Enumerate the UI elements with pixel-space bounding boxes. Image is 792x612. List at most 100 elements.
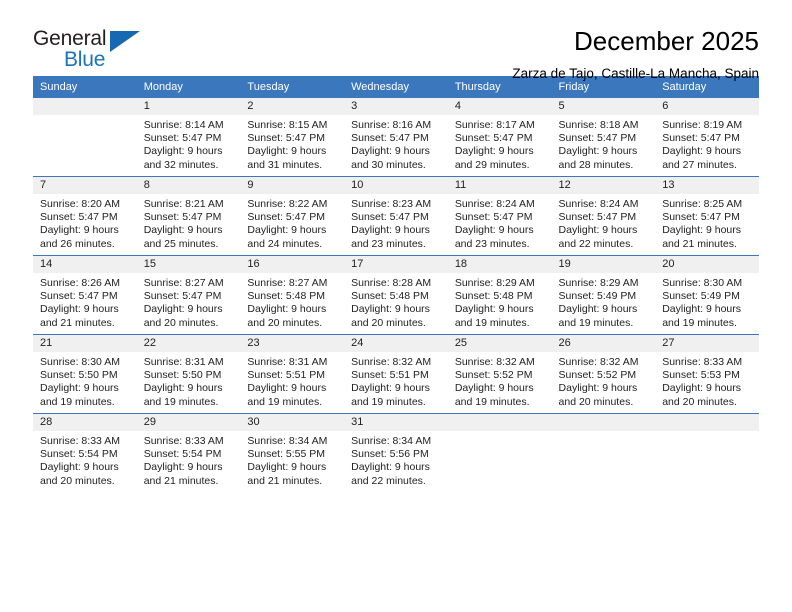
calendar-day-cell[interactable]: 11 Sunrise: 8:24 AM Sunset: 5:47 PM Dayligh… <box>447 176 552 256</box>
sunrise-time: Sunrise: 8:24 AM <box>454 198 535 210</box>
daylight-duration-line1: Daylight: 9 hours <box>247 145 327 158</box>
sunrise-time: Sunrise: 8:26 AM <box>40 277 120 289</box>
weekday-header-tuesday: Tuesday <box>240 76 345 98</box>
day-number: 31 <box>344 414 448 431</box>
sunrise-time: Sunrise: 8:27 AM <box>247 277 328 289</box>
daylight-duration-line2: and 20 minutes. <box>351 316 426 329</box>
calendar-day-cell[interactable]: 22 Sunrise: 8:31 AM Sunset: 5:50 PM Dayligh… <box>136 334 241 414</box>
calendar-day-cell[interactable]: 13 Sunrise: 8:25 AM Sunset: 5:47 PM Dayligh… <box>655 176 759 256</box>
calendar-day-cell[interactable]: 12 Sunrise: 8:24 AM Sunset: 5:47 PM Dayligh… <box>551 176 656 256</box>
calendar-day-cell[interactable]: 16 Sunrise: 8:27 AM Sunset: 5:48 PM Dayligh… <box>240 255 345 335</box>
day-details: Sunrise: 8:33 AM Sunset: 5:54 PM Daylight:… <box>137 431 241 488</box>
day-number: 9 <box>240 177 345 194</box>
day-details <box>655 431 759 435</box>
day-details: Sunrise: 8:21 AM Sunset: 5:47 PM Daylight:… <box>137 194 241 251</box>
calendar-day-cell[interactable]: 20 Sunrise: 8:30 AM Sunset: 5:49 PM Dayligh… <box>655 255 759 335</box>
day-details: Sunrise: 8:27 AM Sunset: 5:48 PM Daylight:… <box>240 273 344 330</box>
daylight-duration-line1: Daylight: 9 hours <box>454 303 534 316</box>
calendar-day-cell[interactable]: 9 Sunrise: 8:22 AM Sunset: 5:47 PM Daylight… <box>240 176 345 256</box>
day-cell-content: 2 Sunrise: 8:15 AM Sunset: 5:47 PM Daylight… <box>240 98 345 176</box>
daylight-duration-line1: Daylight: 9 hours <box>351 461 430 474</box>
sunrise-time: Sunrise: 8:21 AM <box>143 198 224 210</box>
daylight-duration-line2: and 19 minutes. <box>558 316 634 329</box>
day-cell-content: 7 Sunrise: 8:20 AM Sunset: 5:47 PM Daylight… <box>33 177 137 255</box>
sunset-time: Sunset: 5:47 PM <box>40 211 118 224</box>
sunset-time: Sunset: 5:52 PM <box>454 369 533 382</box>
sunrise-time: Sunrise: 8:22 AM <box>247 198 328 210</box>
calendar-day-cell[interactable]: 4 Sunrise: 8:17 AM Sunset: 5:47 PM Daylight… <box>447 98 552 177</box>
calendar-day-cell[interactable]: 8 Sunrise: 8:21 AM Sunset: 5:47 PM Daylight… <box>136 176 241 256</box>
sunset-time: Sunset: 5:51 PM <box>247 369 326 382</box>
calendar-day-cell[interactable]: 17 Sunrise: 8:28 AM Sunset: 5:48 PM Dayligh… <box>344 255 448 335</box>
sunset-time: Sunset: 5:48 PM <box>351 290 429 303</box>
daylight-duration-line2: and 22 minutes. <box>351 474 426 487</box>
sunset-time: Sunset: 5:55 PM <box>247 448 326 461</box>
day-cell-content: 28 Sunrise: 8:33 AM Sunset: 5:54 PM Dayligh… <box>33 414 137 492</box>
calendar-day-cell[interactable]: 28 Sunrise: 8:33 AM Sunset: 5:54 PM Dayligh… <box>33 413 137 492</box>
sunset-time: Sunset: 5:47 PM <box>143 132 222 145</box>
day-details: Sunrise: 8:34 AM Sunset: 5:55 PM Daylight:… <box>240 431 344 488</box>
daylight-duration-line1: Daylight: 9 hours <box>143 224 223 237</box>
weekday-header-wednesday: Wednesday <box>344 76 448 98</box>
calendar-day-cell[interactable]: 1 Sunrise: 8:14 AM Sunset: 5:47 PM Daylight… <box>136 98 241 177</box>
daylight-duration-line2: and 28 minutes. <box>558 158 634 171</box>
calendar-day-cell[interactable]: 30 Sunrise: 8:34 AM Sunset: 5:55 PM Dayligh… <box>240 413 345 492</box>
calendar-day-cell[interactable]: 14 Sunrise: 8:26 AM Sunset: 5:47 PM Dayligh… <box>33 255 137 335</box>
day-number: 1 <box>136 98 241 115</box>
calendar-week-row: 21 Sunrise: 8:30 AM Sunset: 5:50 PM Dayligh… <box>33 334 759 414</box>
day-details: Sunrise: 8:32 AM Sunset: 5:51 PM Daylight:… <box>344 352 448 409</box>
day-number <box>447 414 552 431</box>
calendar-day-cell[interactable]: 25 Sunrise: 8:32 AM Sunset: 5:52 PM Dayligh… <box>447 334 552 414</box>
calendar-day-cell[interactable]: 2 Sunrise: 8:15 AM Sunset: 5:47 PM Daylight… <box>240 98 345 177</box>
daylight-duration-line1: Daylight: 9 hours <box>247 461 327 474</box>
calendar-day-cell[interactable]: 21 Sunrise: 8:30 AM Sunset: 5:50 PM Dayligh… <box>33 334 137 414</box>
daylight-duration-line1: Daylight: 9 hours <box>662 145 742 158</box>
calendar-day-cell[interactable]: 7 Sunrise: 8:20 AM Sunset: 5:47 PM Daylight… <box>33 176 137 256</box>
calendar-day-cell[interactable]: 19 Sunrise: 8:29 AM Sunset: 5:49 PM Dayligh… <box>551 255 656 335</box>
day-details: Sunrise: 8:29 AM Sunset: 5:48 PM Daylight:… <box>448 273 552 330</box>
calendar-day-cell[interactable]: 29 Sunrise: 8:33 AM Sunset: 5:54 PM Dayligh… <box>136 413 241 492</box>
sunrise-time: Sunrise: 8:32 AM <box>454 356 535 368</box>
calendar-day-cell[interactable]: 24 Sunrise: 8:32 AM Sunset: 5:51 PM Dayligh… <box>344 334 448 414</box>
sunset-time: Sunset: 5:47 PM <box>247 211 326 224</box>
day-details: Sunrise: 8:20 AM Sunset: 5:47 PM Daylight:… <box>33 194 137 251</box>
sunset-time: Sunset: 5:49 PM <box>558 290 637 303</box>
daylight-duration-line1: Daylight: 9 hours <box>40 224 119 237</box>
day-cell-content: 1 Sunrise: 8:14 AM Sunset: 5:47 PM Daylight… <box>136 98 241 176</box>
day-cell-content: 15 Sunrise: 8:27 AM Sunset: 5:47 PM Dayligh… <box>136 256 241 334</box>
daylight-duration-line2: and 30 minutes. <box>351 158 426 171</box>
calendar-day-cell[interactable]: 3 Sunrise: 8:16 AM Sunset: 5:47 PM Daylight… <box>344 98 448 177</box>
sunset-time: Sunset: 5:50 PM <box>143 369 222 382</box>
sunrise-time: Sunrise: 8:31 AM <box>143 356 224 368</box>
sunrise-time: Sunrise: 8:18 AM <box>558 119 639 131</box>
day-details: Sunrise: 8:30 AM Sunset: 5:49 PM Daylight:… <box>655 273 759 330</box>
calendar-day-cell[interactable]: 26 Sunrise: 8:32 AM Sunset: 5:52 PM Dayligh… <box>551 334 656 414</box>
sunset-time: Sunset: 5:56 PM <box>351 448 429 461</box>
calendar-body: 1 Sunrise: 8:14 AM Sunset: 5:47 PM Daylight… <box>33 98 759 492</box>
day-details: Sunrise: 8:31 AM Sunset: 5:50 PM Daylight:… <box>137 352 241 409</box>
calendar-day-cell[interactable]: 15 Sunrise: 8:27 AM Sunset: 5:47 PM Dayligh… <box>136 255 241 335</box>
day-number <box>655 414 759 431</box>
sunrise-time: Sunrise: 8:29 AM <box>454 277 535 289</box>
sunset-time: Sunset: 5:50 PM <box>40 369 118 382</box>
daylight-duration-line1: Daylight: 9 hours <box>558 145 638 158</box>
calendar-day-cell[interactable]: 27 Sunrise: 8:33 AM Sunset: 5:53 PM Dayligh… <box>655 334 759 414</box>
daylight-duration-line1: Daylight: 9 hours <box>40 303 119 316</box>
day-details: Sunrise: 8:18 AM Sunset: 5:47 PM Daylight:… <box>552 115 656 172</box>
calendar-day-cell[interactable]: 23 Sunrise: 8:31 AM Sunset: 5:51 PM Dayligh… <box>240 334 345 414</box>
calendar-day-cell[interactable]: 10 Sunrise: 8:23 AM Sunset: 5:47 PM Dayligh… <box>344 176 448 256</box>
page-title: December 2025 <box>574 26 759 56</box>
sunset-time: Sunset: 5:48 PM <box>454 290 533 303</box>
daylight-duration-line1: Daylight: 9 hours <box>351 145 430 158</box>
daylight-duration-line2: and 27 minutes. <box>662 158 737 171</box>
day-cell-content <box>447 414 552 492</box>
calendar-day-cell[interactable]: 31 Sunrise: 8:34 AM Sunset: 5:56 PM Dayligh… <box>344 413 448 492</box>
calendar-day-cell[interactable]: 6 Sunrise: 8:19 AM Sunset: 5:47 PM Daylight… <box>655 98 759 177</box>
day-number: 20 <box>655 256 759 273</box>
daylight-duration-line1: Daylight: 9 hours <box>454 224 534 237</box>
day-number: 15 <box>136 256 241 273</box>
day-details: Sunrise: 8:25 AM Sunset: 5:47 PM Daylight:… <box>655 194 759 251</box>
day-cell-content: 17 Sunrise: 8:28 AM Sunset: 5:48 PM Dayligh… <box>344 256 448 334</box>
calendar-day-cell[interactable]: 18 Sunrise: 8:29 AM Sunset: 5:48 PM Dayligh… <box>447 255 552 335</box>
calendar-day-cell[interactable]: 5 Sunrise: 8:18 AM Sunset: 5:47 PM Daylight… <box>551 98 656 177</box>
